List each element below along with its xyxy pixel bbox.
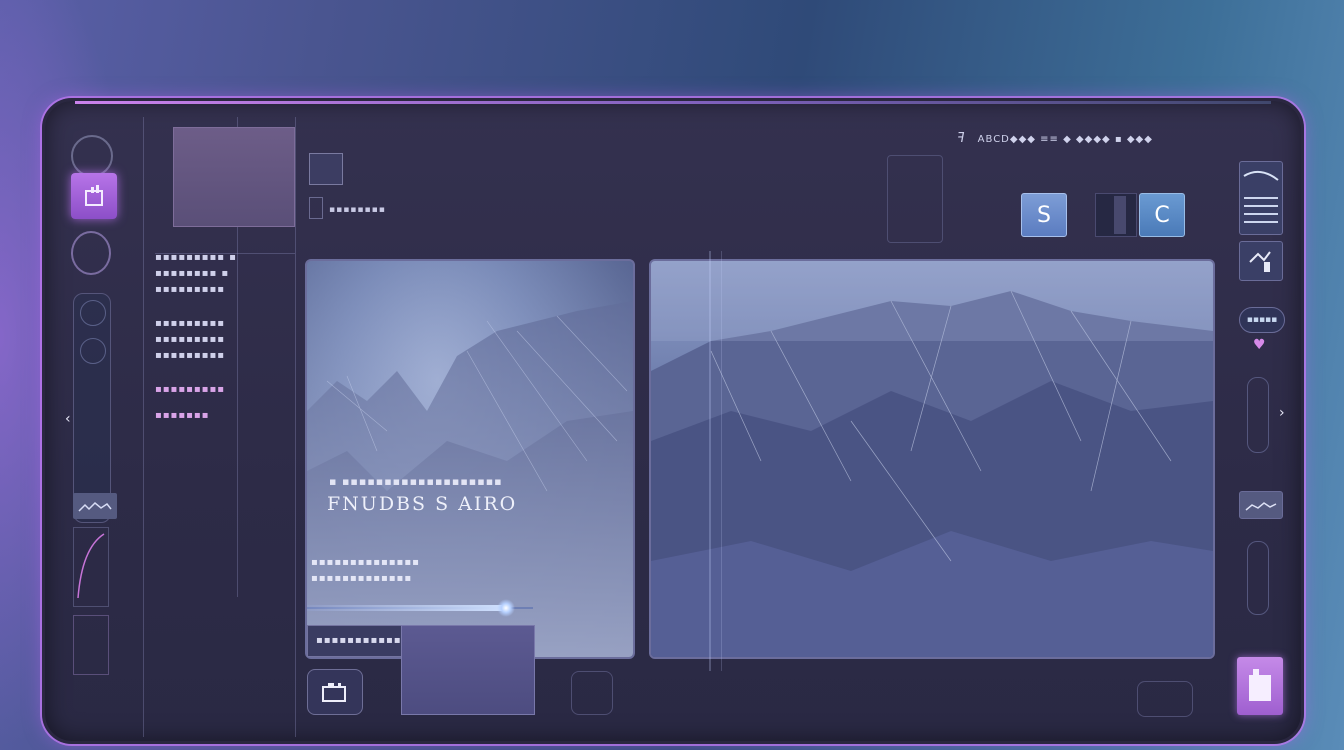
c-button[interactable]: C	[1139, 193, 1185, 237]
panel-caption: ▪ ▪▪▪▪▪▪▪▪▪▪▪▪▪▪▪▪▪▪▪	[329, 475, 503, 488]
pink-curve	[77, 533, 105, 599]
menu-item[interactable]: ▪▪▪▪▪▪▪▪ ▪	[155, 267, 275, 281]
menu-item[interactable]: ▪▪▪▪▪▪▪▪▪	[155, 333, 275, 347]
preview-thumbnail[interactable]	[173, 127, 295, 227]
home-icon	[85, 185, 103, 206]
rail-pill[interactable]: ▪▪▪▪▪	[1239, 307, 1285, 333]
pin-icon	[1249, 251, 1271, 272]
ghost-button[interactable]	[1137, 681, 1193, 717]
wave-chip[interactable]	[73, 493, 117, 519]
menu-item[interactable]: ▪▪▪▪▪▪▪▪▪	[155, 317, 275, 331]
status-text: ABCD◆◆◆ ≡≡ ◆ ◆◆◆◆ ▪ ◆◆◆	[977, 134, 1153, 145]
heart-icon[interactable]: ♥	[1253, 337, 1266, 353]
slider-knob[interactable]	[80, 300, 106, 326]
mountain-image	[651, 261, 1213, 657]
panel-subtitle: ▪▪▪▪▪▪▪▪▪▪▪▪▪▪	[311, 557, 420, 568]
mini-thumbnail-2[interactable]	[309, 197, 323, 219]
right-slider[interactable]	[1247, 377, 1269, 453]
app-window: ‹ ▪▪▪▪▪▪▪▪ ▪▪▪▪▪▪▪▪▪ ▪ ▪▪▪▪▪▪▪▪ ▪ ▪▪▪▪▪▪…	[42, 98, 1304, 744]
ring-icon[interactable]	[71, 135, 113, 177]
mini-thumbnail[interactable]	[309, 153, 343, 185]
menu-item[interactable]: ▪▪▪▪▪▪▪▪▪	[155, 283, 275, 297]
overlay-card[interactable]	[401, 625, 535, 715]
menu-item[interactable]: ▪▪▪▪▪▪▪▪▪	[155, 349, 275, 363]
wave-icon	[1245, 502, 1277, 511]
divider	[295, 117, 296, 737]
thumbnail-label: ▪▪▪▪▪▪▪▪	[329, 205, 386, 215]
slider-knob-2	[80, 338, 106, 364]
left-panel-box	[73, 527, 109, 607]
s-button[interactable]: S	[1021, 193, 1067, 237]
side-menu: ▪▪▪▪▪▪▪▪▪ ▪ ▪▪▪▪▪▪▪▪ ▪ ▪▪▪▪▪▪▪▪▪ ▪▪▪▪▪▪▪…	[155, 251, 275, 425]
light-streak	[709, 251, 711, 671]
camera-icon	[322, 683, 346, 702]
wave-chip-right[interactable]	[1239, 491, 1283, 519]
profile-button[interactable]	[1237, 657, 1283, 715]
home-button[interactable]	[71, 173, 117, 219]
playback-progress[interactable]	[307, 599, 533, 617]
status-title-glyph: ꟻ	[957, 131, 966, 146]
user-icon	[1249, 669, 1271, 701]
mountain-image	[307, 261, 633, 657]
menu-item[interactable]: ▪▪▪▪▪▪▪	[155, 409, 275, 423]
ghost-panel	[887, 155, 943, 243]
chevron-right-icon[interactable]: ›	[1279, 405, 1285, 421]
top-status-bar: ꟻ ABCD◆◆◆ ≡≡ ◆ ◆◆◆◆ ▪ ◆◆◆	[957, 131, 1153, 146]
image-icon	[1243, 170, 1279, 223]
divider	[143, 117, 144, 737]
camera-button[interactable]	[307, 669, 363, 715]
left-rail: ‹	[65, 131, 123, 731]
progress-knob[interactable]	[496, 599, 515, 617]
panel-subtitle-2: ▪▪▪▪▪▪▪▪▪▪▪▪▪	[311, 573, 413, 584]
panel-title: FNUDBS S AIRO	[327, 493, 518, 515]
light-streak	[721, 251, 722, 671]
right-slider-2[interactable]	[1247, 541, 1269, 615]
chevron-left-icon[interactable]: ‹	[65, 411, 71, 427]
ghost-button[interactable]	[571, 671, 613, 715]
progress-fill	[307, 605, 506, 611]
wave-icon	[78, 501, 112, 512]
media-panel-right[interactable]	[649, 259, 1215, 659]
pin-button[interactable]	[1239, 241, 1283, 281]
circle-icon[interactable]	[71, 231, 111, 275]
left-slider-track[interactable]	[73, 293, 111, 523]
menu-item[interactable]: ▪▪▪▪▪▪▪▪▪	[155, 383, 275, 397]
left-panel-box-2	[73, 615, 109, 675]
image-button[interactable]	[1239, 161, 1283, 235]
right-rail: ▪▪▪▪▪ ♥ ›	[1235, 161, 1285, 731]
menu-item[interactable]: ▪▪▪▪▪▪▪▪▪ ▪	[155, 251, 275, 265]
toggle-button[interactable]	[1095, 193, 1137, 237]
